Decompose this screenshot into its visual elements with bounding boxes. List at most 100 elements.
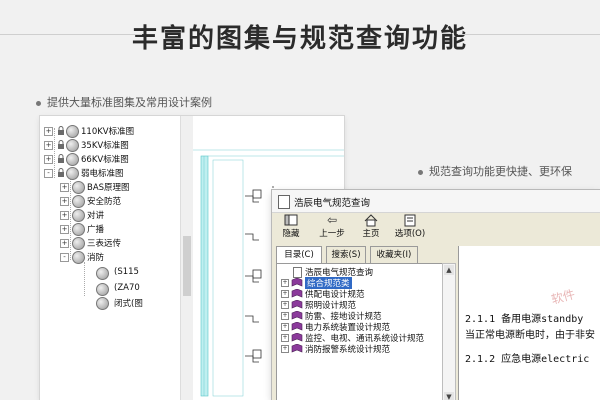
heading-rule-left [0, 34, 142, 35]
book-icon [291, 300, 303, 309]
tab-search[interactable]: 搜索(S) [326, 246, 366, 263]
globe-icon [66, 167, 79, 180]
standard-content-pane: 2.1.1 备用电源standby 当正常电源断电时，由于非安 2.1.2 应急… [458, 246, 600, 400]
tree-guide-line [70, 178, 71, 260]
page-heading: 丰富的图集与规范查询功能 [131, 24, 468, 54]
tree-item-label: 66KV标准图 [81, 155, 129, 165]
scroll-down-icon[interactable]: ▼ [444, 392, 454, 400]
tree-item-label: 35KV标准图 [81, 141, 129, 151]
expand-toggle[interactable]: + [60, 197, 69, 206]
book-icon [291, 311, 303, 320]
expand-toggle[interactable]: + [281, 290, 289, 298]
expand-toggle[interactable]: + [281, 345, 289, 353]
scrollbar-thumb[interactable] [183, 236, 191, 296]
drawing-tree: + 110KV标准图 + 35KV标准图 + 66KV标准图 - 弱电标准图 +… [40, 116, 146, 400]
globe-icon [96, 283, 109, 296]
help-toolbar: 隐藏 ⇦ 上一步 主页 选项(O) [272, 212, 600, 242]
hide-icon [284, 214, 298, 226]
globe-icon [66, 153, 79, 166]
back-arrow-icon: ⇦ [326, 213, 338, 227]
globe-icon [72, 237, 85, 250]
hide-label: 隐藏 [282, 229, 300, 239]
expand-toggle[interactable]: + [60, 211, 69, 220]
tree-item-label: BAS原理图 [87, 183, 130, 193]
app-icon [278, 195, 290, 209]
home-button[interactable]: 主页 [358, 214, 384, 240]
expand-toggle[interactable]: + [44, 155, 53, 164]
back-label: 上一步 [319, 229, 345, 239]
tree-scrollbar[interactable]: ▲ ▼ [442, 263, 456, 400]
tab-contents[interactable]: 目录(C) [276, 246, 322, 264]
tree-item-label: 广播 [87, 225, 105, 235]
tree-item-label: 110KV标准图 [81, 127, 135, 137]
tree-item-label: 弱电标准图 [81, 169, 124, 179]
heading-rule-right [458, 34, 600, 35]
options-label: 选项(O) [394, 229, 426, 239]
tree-item-label: (S115 [114, 267, 139, 277]
caption-left-text: 提供大量标准图集及常用设计案例 [47, 96, 212, 109]
expand-toggle[interactable]: + [281, 301, 289, 309]
globe-icon [72, 195, 85, 208]
expand-toggle[interactable]: + [60, 239, 69, 248]
book-icon [291, 344, 303, 353]
standards-query-window: 浩辰电气规范查询 隐藏 ⇦ 上一步 主页 选项(O) 目录(C) 搜索(S) 收… [272, 190, 600, 400]
tree-item-label: 三表远传 [87, 239, 122, 249]
hide-button[interactable]: 隐藏 [278, 214, 304, 240]
expand-toggle[interactable]: + [44, 141, 53, 150]
back-button[interactable]: ⇦ 上一步 [316, 214, 348, 240]
expand-toggle[interactable]: + [281, 312, 289, 320]
home-icon [364, 214, 378, 227]
bullet-dot [36, 100, 41, 106]
tree-item-label: 消防 [87, 253, 105, 263]
globe-icon [96, 297, 109, 310]
tree-item-label: 消防报警系统设计规范 [305, 345, 391, 355]
document-icon [293, 267, 302, 278]
tab-favorites[interactable]: 收藏夹(I) [370, 246, 418, 263]
globe-icon [72, 181, 85, 194]
globe-icon [72, 223, 85, 236]
expand-toggle[interactable]: + [60, 225, 69, 234]
scroll-up-icon[interactable]: ▲ [444, 265, 454, 275]
tree-guide-line [54, 128, 55, 178]
tree-item-label: 对讲 [87, 211, 105, 221]
expand-toggle[interactable]: + [281, 323, 289, 331]
lock-icon [58, 154, 64, 163]
book-icon [291, 333, 303, 342]
globe-icon [66, 139, 79, 152]
tree-scrollbar[interactable] [180, 116, 193, 400]
content-line: 2.1.2 应急电源electric [465, 354, 590, 365]
collapse-toggle[interactable]: - [44, 169, 53, 178]
globe-icon [72, 209, 85, 222]
book-icon [291, 289, 303, 298]
lock-icon [58, 140, 64, 149]
content-line: 当正常电源断电时，由于非安 [465, 330, 595, 341]
tree-item-label: 闭式(图 [114, 299, 143, 309]
caption-right: 规范查询功能更快捷、更环保 [418, 163, 572, 179]
window-titlebar: 浩辰电气规范查询 [272, 190, 600, 213]
globe-icon [96, 267, 109, 280]
expand-toggle[interactable]: + [60, 183, 69, 192]
standards-tree: 浩辰电气规范查询 + 综合规范类 + 供配电设计规范 + 照明设计规范 + 防雷… [276, 263, 444, 400]
window-title: 浩辰电气规范查询 [294, 198, 371, 209]
caption-left: 提供大量标准图集及常用设计案例 [36, 94, 212, 110]
bullet-dot [418, 169, 423, 175]
tree-item-label: (ZA70 [114, 283, 140, 293]
lock-icon [58, 126, 64, 135]
options-icon [404, 214, 416, 227]
lock-icon [58, 168, 64, 177]
book-icon [291, 278, 303, 287]
expand-toggle[interactable]: + [281, 334, 289, 342]
tree-item-label: 安全防范 [87, 197, 122, 207]
options-button[interactable]: 选项(O) [392, 214, 428, 240]
book-icon [291, 322, 303, 331]
globe-icon [66, 125, 79, 138]
caption-right-text: 规范查询功能更快捷、更环保 [429, 165, 572, 178]
watermark: 软件 [549, 287, 577, 307]
globe-icon [72, 251, 85, 264]
collapse-toggle[interactable]: - [60, 253, 69, 262]
expand-toggle[interactable]: + [44, 127, 53, 136]
home-label: 主页 [362, 229, 380, 239]
expand-toggle[interactable]: + [281, 279, 289, 287]
tree-guide-line [84, 262, 85, 296]
content-line: 2.1.1 备用电源standby [465, 314, 584, 325]
